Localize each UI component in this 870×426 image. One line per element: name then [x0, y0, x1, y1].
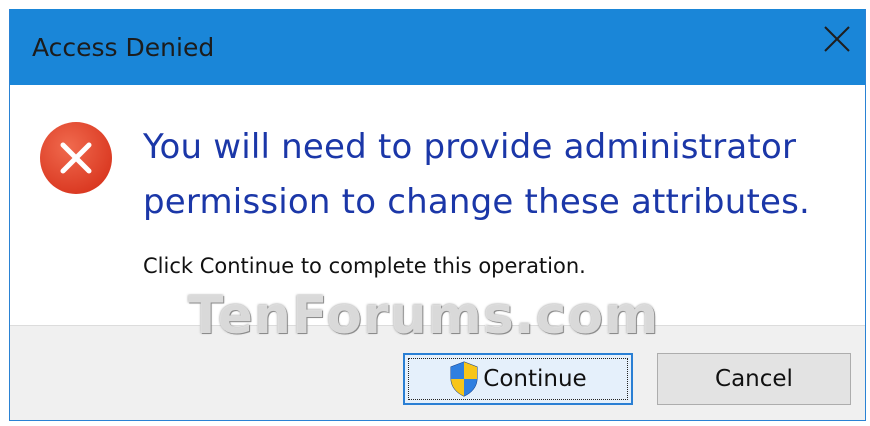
window-title: Access Denied — [32, 33, 215, 62]
error-icon — [40, 122, 112, 194]
cancel-button[interactable]: Cancel — [657, 353, 851, 405]
title-bar[interactable]: Access Denied — [10, 9, 865, 85]
access-denied-dialog: Access Denied You will need to provide a… — [9, 9, 866, 421]
continue-button[interactable]: Continue — [403, 353, 633, 405]
close-icon — [824, 26, 850, 52]
main-instruction-line-1: You will need to provide administrator — [143, 127, 797, 167]
continue-button-label: Continue — [483, 366, 587, 392]
page: Access Denied You will need to provide a… — [0, 0, 870, 426]
supplemental-text: Click Continue to complete this operatio… — [143, 254, 586, 278]
main-instruction-line-2: permission to change these attributes. — [143, 182, 811, 222]
continue-button-content: Continue — [405, 355, 631, 403]
close-button[interactable] — [813, 19, 857, 59]
dialog-content: You will need to provide administrator p… — [10, 85, 865, 325]
button-bar: Continue Cancel — [10, 325, 865, 420]
main-instruction: You will need to provide administrator p… — [143, 120, 843, 230]
uac-shield-icon — [450, 361, 478, 397]
